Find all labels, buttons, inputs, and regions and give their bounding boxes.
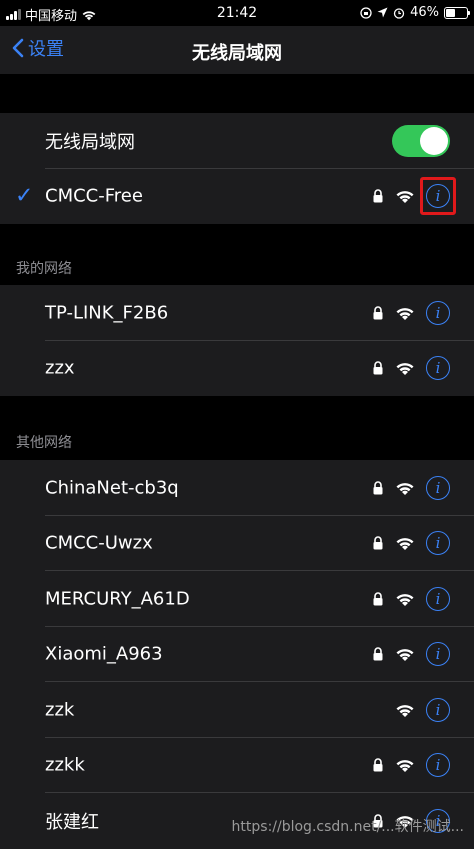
- wifi-toggle-row: 无线局域网: [0, 113, 474, 169]
- network-icons: i: [372, 177, 456, 216]
- checkmark-icon: ✓: [15, 183, 34, 209]
- network-name: TP-LINK_F2B6: [45, 302, 169, 324]
- network-icons: i: [395, 697, 450, 722]
- network-icons: i: [372, 642, 450, 667]
- other-networks-group: ChinaNet-cb3q i CMCC-Uwzx i MERCURY_A61D i Xia…: [0, 460, 474, 849]
- lock-icon: [373, 189, 383, 203]
- location-icon: [377, 7, 388, 18]
- network-icons: i: [372, 531, 450, 556]
- toggle-knob: [420, 126, 448, 155]
- info-button[interactable]: i: [426, 356, 450, 381]
- wifi-signal-icon: [396, 593, 414, 606]
- network-row[interactable]: zzx i: [0, 341, 474, 397]
- lock-icon: [373, 647, 383, 661]
- lock-icon: [373, 306, 383, 320]
- lock-icon: [373, 758, 383, 772]
- wifi-signal-icon: [396, 649, 414, 662]
- network-name: zzx: [45, 357, 75, 379]
- network-row[interactable]: ChinaNet-cb3q i: [0, 460, 474, 516]
- info-button[interactable]: i: [426, 642, 450, 667]
- lock-icon: [373, 592, 383, 606]
- status-bar: 中国移动 21:42 46%: [0, 0, 474, 26]
- wifi-signal-icon: [396, 538, 414, 551]
- network-row[interactable]: Xiaomi_A963 i: [0, 627, 474, 682]
- info-button[interactable]: i: [426, 300, 450, 325]
- network-row[interactable]: zzkk i: [0, 738, 474, 793]
- wifi-signal-icon: [396, 704, 414, 717]
- lock-icon: [373, 361, 383, 375]
- page-title: 无线局域网: [192, 43, 282, 64]
- network-row[interactable]: MERCURY_A61D i: [0, 571, 474, 627]
- battery-percent: 46%: [410, 5, 439, 20]
- my-networks-header: 我的网络: [16, 261, 72, 277]
- other-networks-header: 其他网络: [16, 435, 72, 451]
- connected-network-row[interactable]: ✓ CMCC-Free i: [0, 169, 474, 225]
- network-row[interactable]: zzk i: [0, 682, 474, 738]
- network-row[interactable]: CMCC-Uwzx i: [0, 516, 474, 571]
- wifi-toggle-label: 无线局域网: [45, 131, 135, 153]
- wifi-signal-icon: [396, 307, 414, 320]
- battery-icon: [444, 6, 470, 19]
- network-name: zzk: [45, 699, 75, 721]
- network-name: 张建红: [45, 811, 99, 833]
- nav-bar: 设置 无线局域网: [0, 26, 474, 74]
- my-networks-group: TP-LINK_F2B6 i zzx i: [0, 285, 474, 396]
- network-name: MERCURY_A61D: [45, 588, 190, 610]
- info-button[interactable]: i: [426, 184, 450, 209]
- wifi-signal-icon: [396, 191, 414, 204]
- info-button[interactable]: i: [426, 475, 450, 500]
- network-row[interactable]: TP-LINK_F2B6 i: [0, 285, 474, 341]
- network-icons: i: [372, 356, 450, 381]
- wifi-signal-icon: [396, 363, 414, 376]
- wifi-signal-icon: [396, 482, 414, 495]
- network-icons: i: [372, 586, 450, 611]
- highlight-box: i: [420, 177, 456, 216]
- network-icons: i: [372, 300, 450, 325]
- lock-icon: [373, 481, 383, 495]
- watermark: https://blog.csdn.net/...软件测试...: [231, 819, 464, 835]
- wifi-main-group: 无线局域网 ✓ CMCC-Free i: [0, 113, 474, 224]
- info-button[interactable]: i: [426, 753, 450, 778]
- network-name: Xiaomi_A963: [45, 643, 163, 665]
- lock-icon: [373, 536, 383, 550]
- network-icons: i: [372, 753, 450, 778]
- network-name: zzkk: [45, 754, 85, 776]
- wifi-toggle[interactable]: [392, 124, 450, 157]
- wifi-signal-icon: [396, 760, 414, 773]
- info-button[interactable]: i: [426, 697, 450, 722]
- status-right: 46%: [360, 5, 470, 20]
- info-button[interactable]: i: [426, 531, 450, 556]
- info-button[interactable]: i: [426, 586, 450, 611]
- alarm-icon: [393, 7, 405, 19]
- network-name: ChinaNet-cb3q: [45, 477, 179, 499]
- battery-fill: [446, 8, 455, 17]
- network-name: CMCC-Free: [45, 185, 143, 207]
- network-icons: i: [372, 475, 450, 500]
- rotation-lock-icon: [360, 6, 372, 19]
- network-name: CMCC-Uwzx: [45, 532, 153, 554]
